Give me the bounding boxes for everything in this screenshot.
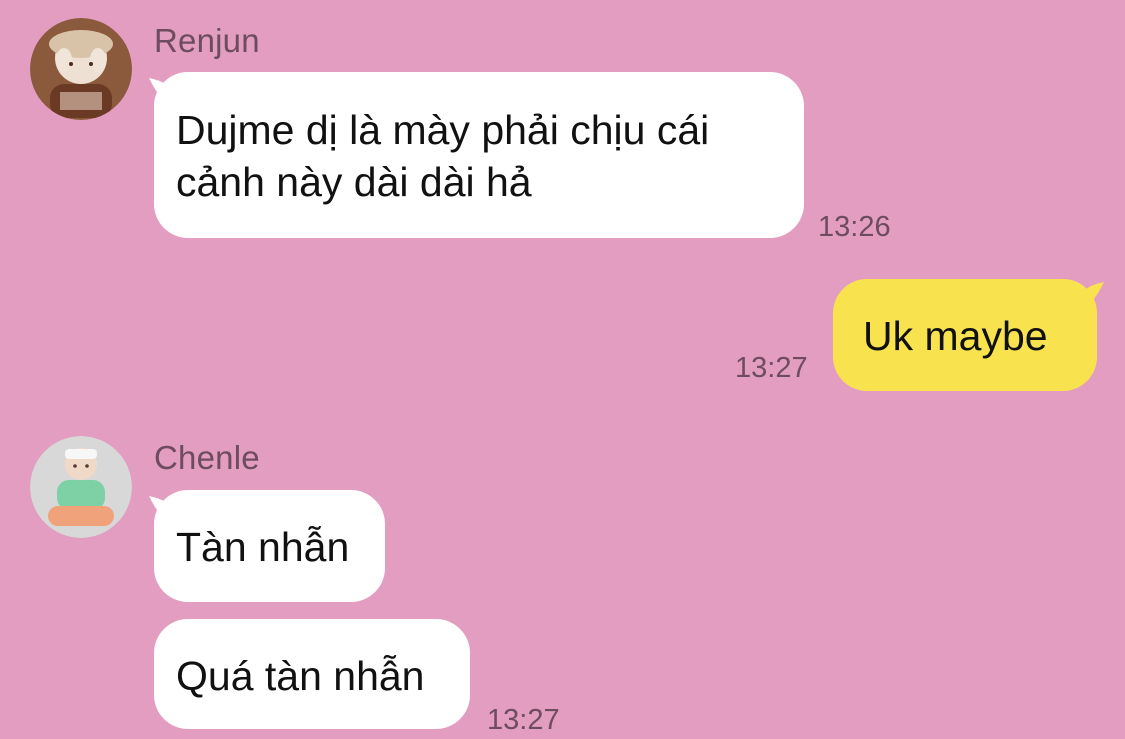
message-text-chenle-2: Quá tàn nhẫn — [176, 653, 425, 699]
avatar-renjun[interactable] — [30, 18, 132, 120]
chat-view: Renjun Dujme dị là mày phải chịu cái cản… — [0, 0, 1125, 739]
message-bubble-chenle-2[interactable]: Quá tàn nhẫn — [154, 619, 470, 729]
timestamp-chenle: 13:27 — [487, 704, 560, 736]
sender-name-renjun: Renjun — [154, 22, 260, 59]
message-bubble-self[interactable]: Uk maybe — [833, 279, 1097, 391]
avatar-chenle[interactable] — [30, 436, 132, 538]
message-bubble-renjun[interactable]: Dujme dị là mày phải chịu cái cảnh này d… — [154, 72, 804, 238]
avatar-image — [30, 436, 132, 538]
avatar-image — [30, 18, 132, 120]
timestamp-renjun: 13:26 — [818, 211, 891, 243]
bubble-tail-self — [1078, 280, 1106, 308]
message-text-chenle-1: Tàn nhẫn — [176, 524, 350, 570]
message-bubble-chenle-1[interactable]: Tàn nhẫn — [154, 490, 385, 602]
message-text-renjun-line-1: Dujme dị là mày phải chịu cái — [176, 107, 710, 153]
timestamp-self: 13:27 — [735, 352, 808, 384]
sender-name-chenle: Chenle — [154, 439, 260, 476]
message-text-renjun-line-2: cảnh này dài dài hả — [176, 159, 532, 205]
message-text-self: Uk maybe — [863, 313, 1048, 359]
